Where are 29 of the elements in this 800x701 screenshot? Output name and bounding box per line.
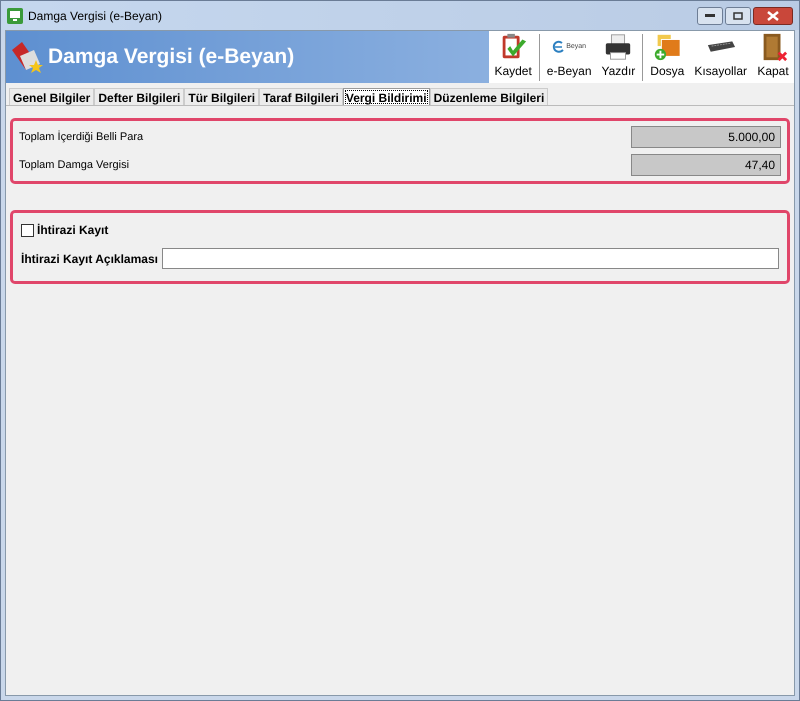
- tab[interactable]: Vergi Bildirimi: [342, 88, 430, 106]
- checkbox-label: İhtirazi Kayıt: [37, 222, 108, 239]
- tab[interactable]: Defter Bilgileri: [94, 88, 184, 105]
- toolbar-button[interactable]: Dosya: [645, 32, 690, 83]
- minimize-button[interactable]: [697, 6, 723, 24]
- close-icon: [767, 10, 779, 20]
- toolbar-button[interactable]: Kaydet: [489, 32, 537, 83]
- description-field[interactable]: [162, 248, 779, 269]
- maximize-icon: [733, 12, 743, 20]
- tab[interactable]: Tür Bilgileri: [184, 88, 260, 105]
- minimize-icon: [705, 14, 715, 18]
- toolbar-button[interactable]: Kapat: [752, 32, 794, 83]
- header-title: Damga Vergisi (e-Beyan): [48, 44, 294, 70]
- field-label: Toplam İçerdiği Belli Para: [19, 130, 144, 145]
- window-title: Damga Vergisi (e-Beyan): [28, 8, 162, 24]
- tab[interactable]: Genel Bilgiler: [9, 88, 94, 105]
- readonly-field: 47,40: [631, 154, 781, 176]
- book-star-icon: [10, 40, 44, 74]
- tab[interactable]: Düzenleme Bilgileri: [430, 88, 548, 105]
- field-label: İhtirazi Kayıt Açıklaması: [21, 250, 158, 268]
- maximize-button[interactable]: [725, 6, 751, 24]
- tab[interactable]: Taraf Bilgileri: [259, 88, 343, 105]
- field-label: Toplam Damga Vergisi: [19, 158, 130, 173]
- checkbox[interactable]: [21, 224, 34, 236]
- toolbar-button[interactable]: Kısayollar: [689, 32, 752, 83]
- close-button[interactable]: [753, 6, 793, 24]
- readonly-field: 5.000,00: [631, 126, 781, 148]
- app-icon: [7, 8, 23, 24]
- toolbar-button[interactable]: Yazdır: [596, 32, 640, 83]
